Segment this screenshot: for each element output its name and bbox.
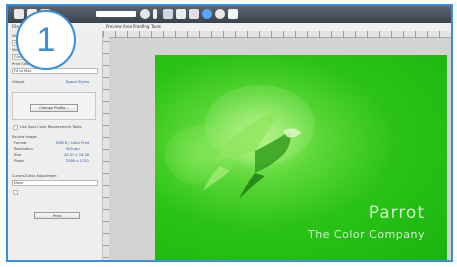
info-value: 24.57 x 16.38 xyxy=(64,153,89,157)
info-value: RGB 8 / Color Print xyxy=(56,141,90,145)
color-picker-icon[interactable] xyxy=(202,9,212,19)
menu-item[interactable]: Tools xyxy=(151,23,161,31)
brand-subtitle: The Color Company xyxy=(307,228,425,241)
curves-label: Curves/Color Adjustment xyxy=(12,174,57,178)
step-number-badge: 1 xyxy=(16,10,76,70)
spot-color-checkbox[interactable] xyxy=(13,125,18,130)
toolbar xyxy=(8,6,451,24)
info-label: Resolution xyxy=(14,147,33,151)
info-label: Format xyxy=(14,141,27,145)
preview-area: Parrot The Color Company xyxy=(103,31,451,260)
list-icon[interactable] xyxy=(189,9,199,19)
print-setup-field[interactable]: Fit to Max xyxy=(12,68,98,74)
info-value: 300 dpi xyxy=(66,147,80,151)
spot-color-label: Use Spot Color Replacement Table xyxy=(20,125,82,129)
crop-icon[interactable] xyxy=(163,9,173,19)
curves-field[interactable]: None xyxy=(12,180,98,186)
parrot-illustration xyxy=(203,111,301,199)
change-profile-button[interactable]: Change Profile... xyxy=(30,104,78,112)
output-value: Epson Stylus xyxy=(66,80,90,84)
info-label: Size xyxy=(14,153,22,157)
image-icon[interactable] xyxy=(176,9,186,19)
image-preview[interactable]: Parrot The Color Company xyxy=(155,55,447,260)
open-icon[interactable] xyxy=(14,9,24,19)
magnifier-icon[interactable] xyxy=(140,9,150,19)
option-checkbox[interactable] xyxy=(13,190,18,195)
menu-item[interactable]: Preview Area xyxy=(106,23,132,31)
zoom-slider[interactable] xyxy=(96,11,136,17)
source-image-label: Source Image xyxy=(12,135,37,139)
menu-item[interactable]: Proofing xyxy=(133,23,149,31)
output-label: Output xyxy=(12,80,25,84)
vertical-ruler xyxy=(103,37,109,260)
info-icon[interactable] xyxy=(153,9,157,19)
settings-icon[interactable] xyxy=(215,9,225,19)
print-button[interactable]: Print xyxy=(34,212,80,219)
info-value: 2580 x 1720 xyxy=(66,159,89,163)
horizontal-ruler xyxy=(103,31,451,38)
info-label: Pixels xyxy=(14,159,25,163)
brand-title: Parrot xyxy=(368,203,425,223)
document-icon[interactable] xyxy=(228,9,238,19)
